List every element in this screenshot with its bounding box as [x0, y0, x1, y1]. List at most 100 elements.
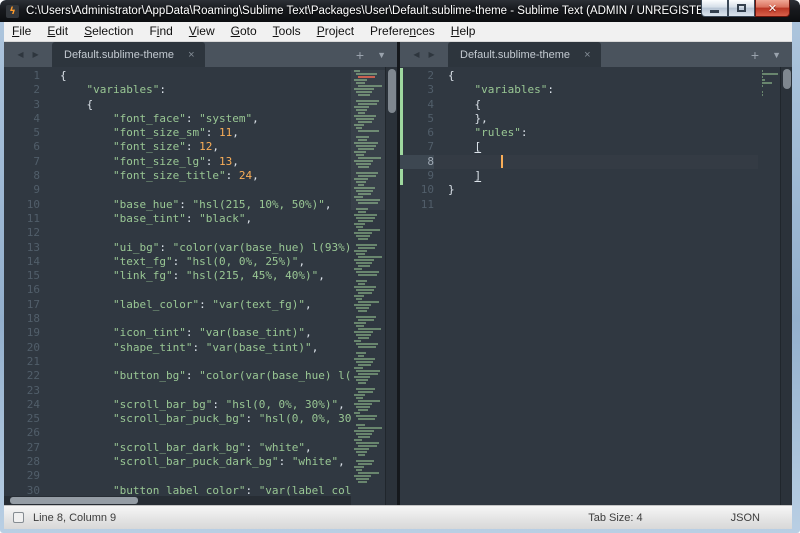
code-line[interactable]: 25 "scroll_bar_puck_bg": "hsl(0, 0%, 30%…	[4, 412, 351, 426]
code-line[interactable]: 10}	[400, 183, 758, 197]
code-line[interactable]: 5 },	[400, 112, 758, 126]
code-line[interactable]: 8 "font_size_title": 24,	[4, 169, 351, 183]
code-line[interactable]: 7 "font_size_lg": 13,	[4, 155, 351, 169]
code-line[interactable]: 16	[4, 283, 351, 297]
minimap-row	[354, 439, 362, 441]
horizontal-scrollbar[interactable]	[4, 496, 351, 505]
tab-close-icon[interactable]: ×	[188, 49, 194, 61]
code-line[interactable]: 14 "text_fg": "hsl(0, 0%, 25%)",	[4, 255, 351, 269]
code-line[interactable]: 19 "icon_tint": "var(base_tint)",	[4, 326, 351, 340]
minimap-row	[358, 211, 366, 213]
menu-item-help[interactable]: Help	[443, 22, 484, 41]
tab-scroll-right-icon[interactable]: ▶	[33, 50, 39, 59]
menu-item-selection[interactable]: Selection	[76, 22, 141, 41]
vertical-scrollbar-puck[interactable]	[783, 69, 791, 89]
code-line[interactable]: 7 [	[400, 140, 758, 154]
tab-size-status[interactable]: Tab Size: 4	[588, 512, 642, 524]
vertical-scrollbar[interactable]	[385, 67, 397, 505]
editor-split-view: ◀ ▶ Default.sublime-theme × + ▼ 1{2 "var…	[4, 42, 792, 505]
menu-item-preferences[interactable]: Preferences	[362, 22, 443, 41]
code-line[interactable]: 27 "scroll_bar_dark_bg": "white",	[4, 441, 351, 455]
code-line[interactable]: 24 "scroll_bar_bg": "hsl(0, 0%, 30%)",	[4, 398, 351, 412]
menu-item-project[interactable]: Project	[309, 22, 362, 41]
code-line[interactable]: 13 "ui_bg": "color(var(base_hue) l(93%))…	[4, 241, 351, 255]
code-line[interactable]: 4 "font_face": "system",	[4, 112, 351, 126]
code-line[interactable]: 9 ]	[400, 169, 758, 183]
code-line[interactable]: 17 "label_color": "var(text_fg)",	[4, 298, 351, 312]
panel-toggle-icon[interactable]	[13, 512, 24, 523]
editor-area: 2{3 "variables":4 {5 },6 "rules":7 [89 ]…	[400, 67, 792, 505]
code-line[interactable]: 11	[400, 198, 758, 212]
code-line[interactable]: 2 "variables":	[4, 83, 351, 97]
code-line[interactable]: 29	[4, 469, 351, 483]
menu-item-view[interactable]: View	[181, 22, 223, 41]
tab-close-icon[interactable]: ×	[584, 49, 590, 61]
code-lines[interactable]: 2{3 "variables":4 {5 },6 "rules":7 [89 ]…	[400, 69, 758, 505]
vertical-scrollbar-puck[interactable]	[388, 69, 396, 113]
line-number: 16	[4, 283, 40, 297]
tab-scroll-right-icon[interactable]: ▶	[429, 50, 435, 59]
minimap[interactable]	[351, 70, 385, 505]
minimap-row	[356, 316, 376, 318]
menu-item-find[interactable]: Find	[141, 22, 180, 41]
code-line[interactable]: 10 "base_hue": "hsl(215, 10%, 50%)",	[4, 198, 351, 212]
code-line[interactable]: 1{	[4, 69, 351, 83]
code-line[interactable]: 23	[4, 384, 351, 398]
minimap-row	[356, 352, 366, 354]
tab-default-sublime-theme[interactable]: Default.sublime-theme ×	[52, 42, 205, 67]
code-line[interactable]: 3 "variables":	[400, 83, 758, 97]
code-line[interactable]: 28 "scroll_bar_puck_dark_bg": "white",	[4, 455, 351, 469]
code-line[interactable]: 20 "shape_tint": "var(base_tint)",	[4, 341, 351, 355]
code-line[interactable]: 9	[4, 183, 351, 197]
line-number: 14	[4, 255, 40, 269]
tab-scroll-left-icon[interactable]: ◀	[413, 50, 419, 59]
code-text: "font_size_lg": 13,	[60, 155, 239, 169]
minimap-row	[358, 319, 374, 321]
minimap-row	[358, 364, 371, 366]
code-line[interactable]: 6 "font_size": 12,	[4, 140, 351, 154]
code-line[interactable]: 3 {	[4, 98, 351, 112]
minimap-row	[356, 280, 367, 282]
code-line[interactable]: 26	[4, 426, 351, 440]
code-line[interactable]: 2{	[400, 69, 758, 83]
code-lines[interactable]: 1{2 "variables":3 {4 "font_face": "syste…	[4, 69, 351, 505]
menu-item-file[interactable]: File	[4, 22, 39, 41]
minimap-row	[762, 76, 763, 78]
code-line[interactable]: 8	[400, 155, 758, 169]
minimap-row	[354, 250, 367, 252]
menu-item-goto[interactable]: Goto	[223, 22, 265, 41]
code-line[interactable]: 22 "button_bg": "color(var(base_hue) l(9…	[4, 369, 351, 383]
menu-item-edit[interactable]: Edit	[39, 22, 76, 41]
tab-overflow-icon[interactable]: ▼	[377, 50, 386, 60]
close-button[interactable]: ✕	[755, 0, 790, 17]
minimize-button[interactable]	[701, 0, 728, 17]
code-line[interactable]: 12	[4, 226, 351, 240]
tab-scroll-arrows: ◀ ▶	[400, 42, 448, 67]
code-line[interactable]: 21	[4, 355, 351, 369]
minimap-row	[356, 478, 369, 480]
maximize-button[interactable]	[728, 0, 755, 17]
vertical-scrollbar[interactable]	[780, 67, 792, 505]
line-number: 5	[400, 112, 434, 126]
tab-overflow-icon[interactable]: ▼	[772, 50, 781, 60]
code-line[interactable]: 15 "link_fg": "hsl(215, 45%, 40%)",	[4, 269, 351, 283]
code-line[interactable]: 4 {	[400, 98, 758, 112]
minimap[interactable]	[760, 70, 780, 505]
cursor-position-status: Line 8, Column 9	[33, 512, 116, 524]
code-line[interactable]: 5 "font_size_sm": 11,	[4, 126, 351, 140]
code-line[interactable]: 18	[4, 312, 351, 326]
code-line[interactable]: 11 "base_tint": "black",	[4, 212, 351, 226]
code-text: "shape_tint": "var(base_tint)",	[60, 341, 318, 355]
menu-item-tools[interactable]: Tools	[265, 22, 309, 41]
app-icon[interactable]: ϟ	[6, 5, 19, 18]
tab-scroll-left-icon[interactable]: ◀	[17, 50, 23, 59]
minimap-row	[354, 403, 372, 405]
horizontal-scrollbar-puck[interactable]	[10, 497, 138, 504]
line-number: 26	[4, 426, 40, 440]
new-tab-icon[interactable]: +	[356, 48, 364, 62]
tab-default-sublime-theme[interactable]: Default.sublime-theme ×	[448, 42, 601, 67]
new-tab-icon[interactable]: +	[751, 48, 759, 62]
minimap-row	[358, 445, 377, 447]
syntax-status[interactable]: JSON	[731, 512, 760, 524]
code-line[interactable]: 6 "rules":	[400, 126, 758, 140]
